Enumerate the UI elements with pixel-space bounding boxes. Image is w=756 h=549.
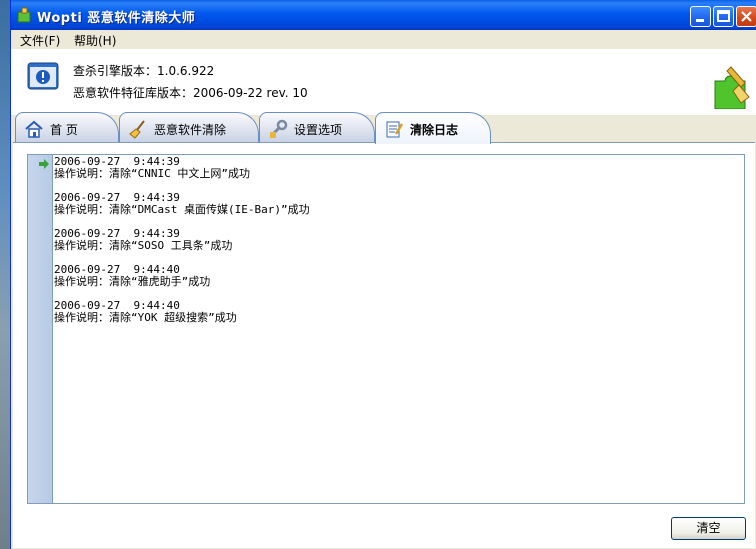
app-window: Wopti 恶意软件清除大师 文件(F) 帮助(H) 查杀引擎版本：1.0.6.…	[10, 0, 756, 549]
minimize-button[interactable]	[690, 6, 711, 27]
arrow-right-icon	[39, 159, 49, 169]
tab-settings-label: 设置选项	[294, 123, 343, 137]
signature-version-text: 恶意软件特征库版本：2006-09-22 rev. 10	[73, 86, 308, 100]
maximize-button[interactable]	[713, 6, 734, 27]
notepad-icon	[386, 121, 404, 138]
wrench-icon	[270, 119, 288, 138]
version-header: 查杀引擎版本：1.0.6.922 恶意软件特征库版本：2006-09-22 re…	[11, 49, 756, 115]
log-entry: 2006-09-27 9:44:39 操作说明：清除“SOSO 工具条”成功	[54, 228, 310, 252]
log-entry-desc: 操作说明：清除“雅虎助手”成功	[54, 275, 211, 288]
log-entry: 2006-09-27 9:44:39 操作说明：清除“DMCast 桌面传媒(I…	[54, 192, 310, 216]
log-entry-desc: 操作说明：清除“CNNIC 中文上网”成功	[54, 167, 250, 180]
clear-button[interactable]: 清空	[671, 517, 746, 540]
log-panel: 2006-09-27 9:44:39 操作说明：清除“CNNIC 中文上网”成功…	[13, 142, 755, 548]
log-gutter	[28, 155, 53, 503]
log-listbox[interactable]: 2006-09-27 9:44:39 操作说明：清除“CNNIC 中文上网”成功…	[27, 154, 745, 504]
tab-bar: 首 页 恶意软件清除 设置选项 清除日志	[11, 112, 756, 144]
menu-help[interactable]: 帮助(H)	[71, 32, 119, 49]
tab-home[interactable]: 首 页	[15, 112, 119, 142]
log-list: 2006-09-27 9:44:39 操作说明：清除“CNNIC 中文上网”成功…	[54, 156, 310, 336]
log-entry-desc: 操作说明：清除“YOK 超级搜索”成功	[54, 311, 237, 324]
tab-clear-log-label: 清除日志	[410, 123, 459, 137]
title-bar[interactable]: Wopti 恶意软件清除大师	[11, 0, 756, 30]
puzzle-broom-logo	[714, 66, 750, 109]
maximize-icon	[717, 10, 730, 22]
tab-settings[interactable]: 设置选项	[259, 112, 375, 142]
tab-malware-removal[interactable]: 恶意软件清除	[119, 112, 259, 142]
log-entry-desc: 操作说明：清除“DMCast 桌面传媒(IE-Bar)”成功	[54, 203, 310, 216]
menu-bar: 文件(F) 帮助(H)	[11, 30, 756, 49]
minimize-icon	[696, 19, 704, 22]
tab-malware-removal-label: 恶意软件清除	[154, 123, 227, 137]
window-title: Wopti 恶意软件清除大师	[37, 11, 196, 26]
broom-icon	[129, 120, 145, 139]
log-entry: 2006-09-27 9:44:40 操作说明：清除“YOK 超级搜索”成功	[54, 300, 310, 324]
app-icon	[17, 7, 31, 23]
tab-home-label: 首 页	[50, 123, 78, 137]
close-button[interactable]	[736, 6, 756, 27]
menu-file[interactable]: 文件(F)	[17, 32, 63, 49]
log-entry: 2006-09-27 9:44:39 操作说明：清除“CNNIC 中文上网”成功	[54, 156, 310, 180]
tab-clear-log[interactable]: 清除日志	[375, 112, 491, 144]
log-entry-desc: 操作说明：清除“SOSO 工具条”成功	[54, 239, 233, 252]
home-icon	[25, 120, 43, 138]
info-icon	[27, 62, 59, 90]
close-icon	[741, 11, 752, 22]
log-entry: 2006-09-27 9:44:40 操作说明：清除“雅虎助手”成功	[54, 264, 310, 288]
engine-version-text: 查杀引擎版本：1.0.6.922	[73, 64, 215, 78]
